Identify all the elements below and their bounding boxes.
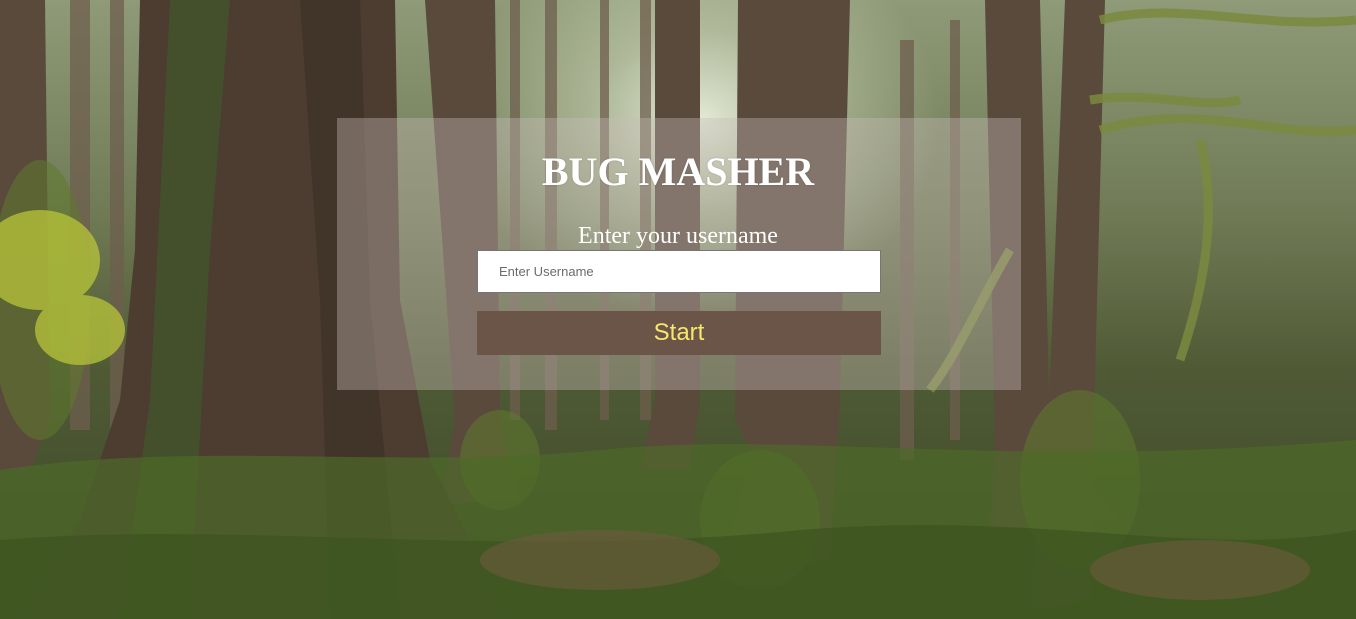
start-button[interactable]: Start [477, 311, 881, 355]
username-prompt-label: Enter your username [578, 223, 778, 249]
username-input[interactable] [477, 250, 881, 293]
page-title: BUG MASHER [541, 149, 815, 194]
